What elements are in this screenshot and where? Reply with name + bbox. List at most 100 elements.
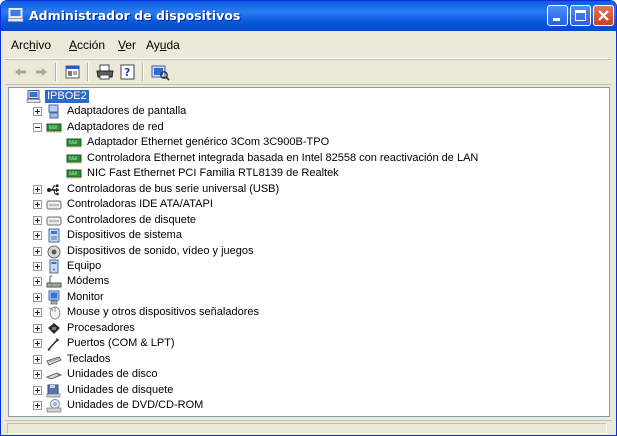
minimize-button[interactable] (547, 5, 568, 26)
floppy-drive-icon (46, 384, 61, 397)
expand-icon[interactable] (33, 107, 42, 117)
tree-item-label: Adaptadores de red (67, 120, 164, 133)
properties-icon[interactable] (63, 63, 83, 81)
tree-item-label: Monitor (67, 290, 104, 303)
window-title: Administrador de dispositivos (29, 8, 241, 23)
toolbar-separator (87, 63, 89, 81)
keyboard-icon (46, 356, 62, 366)
processor-icon (48, 322, 60, 334)
expand-icon[interactable] (33, 354, 42, 364)
tree-category-item[interactable]: Adaptadores de red (9, 120, 609, 135)
tree-item-label: Mouse y otros dispositivos señaladores (67, 306, 259, 319)
tree-item-label: Unidades de disquete (67, 383, 174, 396)
tree-item-label: NIC Fast Ethernet PCI Familia RTL8139 de… (87, 167, 339, 180)
tree-root-item[interactable]: IPBOE2 (9, 89, 609, 104)
ide-controller-icon (46, 200, 62, 210)
tree-category-item[interactable]: Teclados (9, 352, 609, 367)
expand-icon[interactable] (33, 261, 42, 271)
menu-archivo[interactable]: Archivo (11, 38, 51, 52)
expand-icon[interactable] (33, 385, 42, 395)
tree-item-label: Dispositivos de sistema (67, 229, 182, 242)
tree-item-label: Puertos (COM & LPT) (67, 337, 175, 350)
usb-icon (47, 184, 59, 195)
tree-device-item[interactable]: Controladora Ethernet integrada basada e… (9, 151, 609, 166)
tree-item-label: Equipo (67, 259, 102, 272)
maximize-button[interactable] (570, 5, 591, 26)
tree-category-item[interactable]: Mouse y otros dispositivos señaladores (9, 305, 609, 320)
tree-category-item[interactable]: Módems (9, 274, 609, 289)
system-device-icon (48, 228, 60, 243)
network-adapter-icon (66, 169, 82, 180)
tree-item-label: Controladora Ethernet integrada basada e… (87, 151, 479, 164)
tree-category-item[interactable]: Unidades de disquete (9, 383, 609, 398)
toolbar-separator (55, 63, 57, 81)
expand-icon[interactable] (33, 246, 42, 256)
expand-icon[interactable] (33, 370, 42, 380)
menu-bar: Archivo Acción Ver Ayuda (5, 34, 612, 59)
tree-category-item[interactable]: Equipo (9, 259, 609, 274)
status-bar (5, 420, 612, 435)
tree-device-item[interactable]: Adaptador Ethernet genérico 3Com 3C900B-… (9, 135, 609, 150)
tree-category-item[interactable]: Adaptadores de pantalla (9, 104, 609, 119)
device-tree[interactable]: IPBOE2 Adaptadores de pantalla Adaptadores… (8, 87, 610, 417)
port-icon (47, 338, 59, 352)
tree-category-item[interactable]: Procesadores (9, 321, 609, 336)
tree-category-item[interactable]: Unidades de disco (9, 367, 609, 382)
toolbar-separator (142, 63, 144, 81)
disk-drive-icon (46, 372, 62, 380)
dvd-drive-icon (46, 399, 62, 413)
expand-icon[interactable] (33, 339, 42, 349)
monitor-icon (48, 290, 60, 305)
back-icon[interactable] (11, 63, 31, 81)
computer-icon (8, 8, 24, 22)
expand-icon[interactable] (33, 323, 42, 333)
tree-item-label: Controladores de disquete (67, 213, 197, 226)
tree-item-label: Dispositivos de sonido, vídeo y juegos (67, 244, 254, 257)
menu-accion[interactable]: Acción (69, 38, 105, 52)
expand-icon[interactable] (33, 231, 42, 241)
expand-icon[interactable] (33, 308, 42, 318)
tree-item-label: IPBOE2 (45, 90, 89, 103)
expand-icon[interactable] (33, 184, 42, 194)
forward-icon[interactable] (31, 63, 51, 81)
tree-item-label: Módems (67, 275, 110, 288)
computer-icon (26, 90, 41, 103)
expand-icon[interactable] (33, 401, 42, 410)
svg-text:?: ? (124, 66, 130, 79)
floppy-controller-icon (46, 216, 62, 226)
collapse-icon[interactable] (33, 122, 42, 132)
scan-hardware-icon[interactable] (150, 63, 170, 81)
expand-icon[interactable] (33, 277, 42, 287)
menu-ayuda[interactable]: Ayuda (146, 38, 180, 52)
tree-category-item[interactable]: Dispositivos de sonido, vídeo y juegos (9, 244, 609, 259)
close-button[interactable] (593, 5, 614, 26)
tree-category-item[interactable]: Dispositivos de sistema (9, 228, 609, 243)
network-adapter-icon (66, 154, 82, 164)
tree-category-item[interactable]: Controladoras IDE ATA/ATAPI (9, 197, 609, 212)
toolbar: ? (5, 60, 612, 85)
sound-icon (47, 245, 61, 258)
tree-item-label: Teclados (67, 352, 111, 365)
expand-icon[interactable] (33, 200, 42, 210)
tree-category-item[interactable]: Monitor (9, 290, 609, 305)
expand-icon[interactable] (33, 292, 42, 302)
network-adapter-icon (66, 138, 82, 149)
network-adapter-icon (46, 123, 62, 133)
expand-icon[interactable] (33, 215, 42, 225)
help-icon[interactable]: ? (118, 63, 138, 81)
tree-category-item[interactable]: Controladores de disquete (9, 213, 609, 228)
print-icon[interactable] (95, 63, 115, 81)
close-icon (598, 10, 609, 21)
menu-ver[interactable]: Ver (118, 38, 136, 52)
title-bar[interactable]: Administrador de dispositivos (1, 1, 616, 31)
tree-category-item[interactable]: Puertos (COM & LPT) (9, 336, 609, 352)
tree-item-label: Controladoras IDE ATA/ATAPI (67, 198, 213, 211)
tree-device-item[interactable]: NIC Fast Ethernet PCI Familia RTL8139 de… (9, 166, 609, 181)
device-manager-window: Administrador de dispositivos Archivo Ac… (0, 0, 617, 436)
tree-item-label: Controladoras de bus serie universal (US… (67, 182, 280, 195)
status-panel (7, 423, 607, 434)
tree-category-item[interactable]: Unidades de DVD/CD-ROM (9, 398, 609, 413)
mouse-icon (48, 306, 61, 320)
tree-item-label: Unidades de disco (67, 368, 158, 381)
tree-category-item[interactable]: Controladoras de bus serie universal (US… (9, 182, 609, 197)
